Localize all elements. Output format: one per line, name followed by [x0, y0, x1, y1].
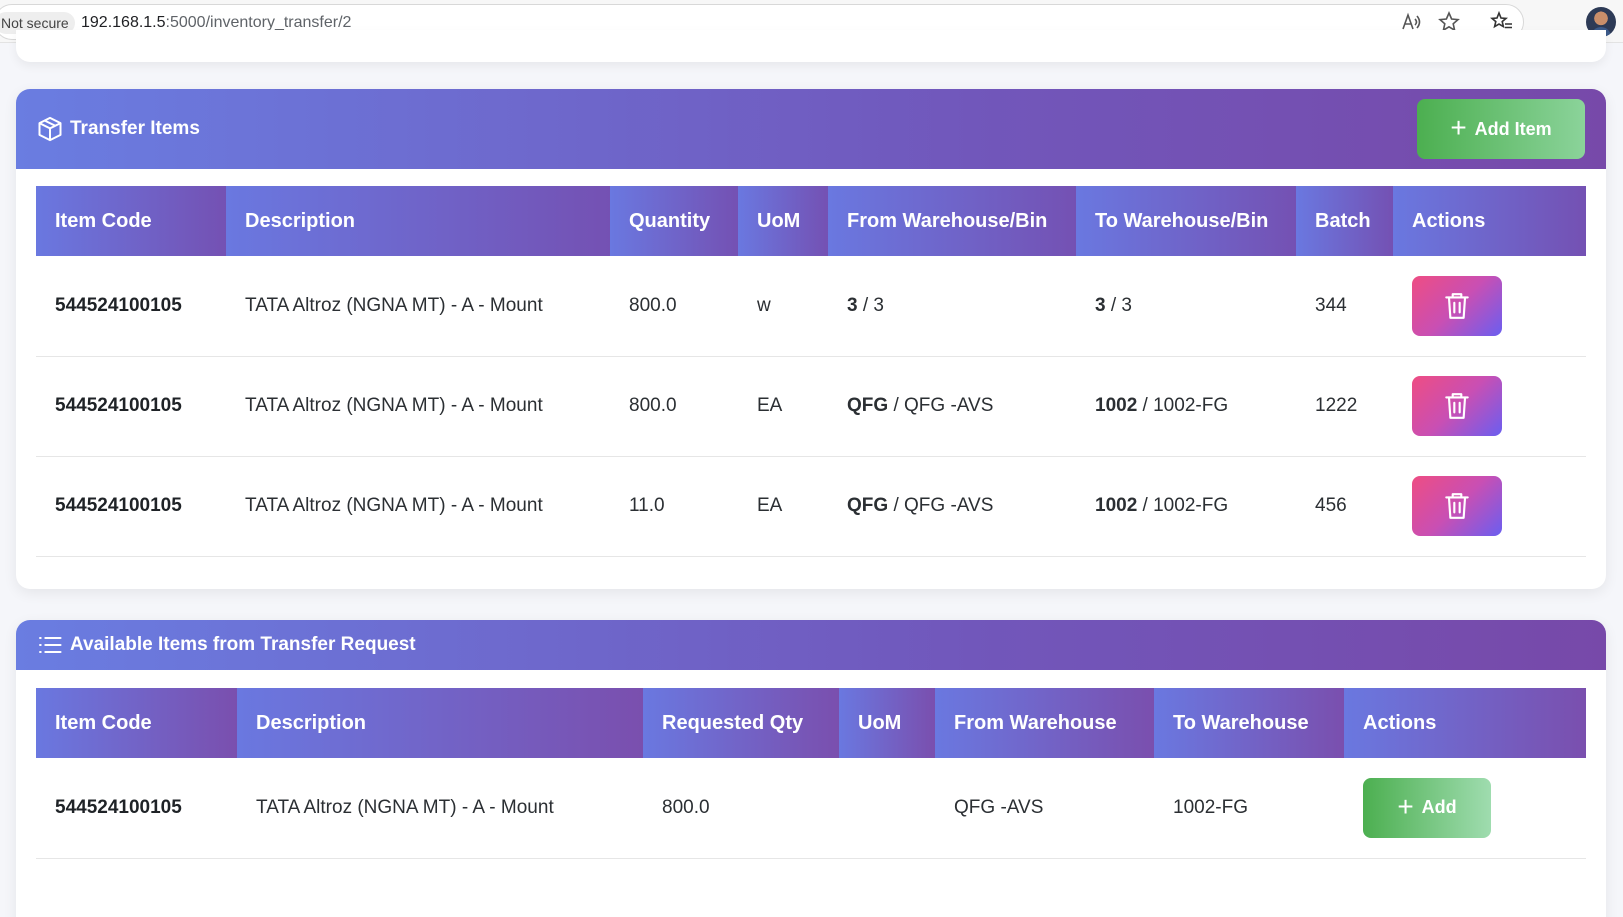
item-uom: EA	[738, 356, 828, 457]
table-row: 544524100105 TATA Altroz (NGNA MT) - A -…	[36, 256, 1586, 357]
to-warehouse: 3	[1095, 294, 1106, 316]
to-warehouse-bin: 1002 / 1002-FG	[1076, 456, 1296, 557]
transfer-items-card: Transfer Items + Add Item Item Code Desc…	[16, 89, 1606, 589]
col-header-batch: Batch	[1296, 186, 1393, 256]
item-description: TATA Altroz (NGNA MT) - A - Mount	[226, 456, 610, 557]
item-quantity: 800.0	[610, 256, 738, 357]
add-item-button[interactable]: + Add Item	[1417, 99, 1585, 159]
item-description: TATA Altroz (NGNA MT) - A - Mount	[237, 758, 643, 859]
actions-cell	[1393, 256, 1586, 357]
item-description: TATA Altroz (NGNA MT) - A - Mount	[226, 256, 610, 357]
url-path: :5000/inventory_transfer/2	[165, 14, 352, 31]
from-bin: / QFG -AVS	[888, 495, 994, 516]
actions-cell: + Add	[1344, 758, 1586, 859]
col-header-item-code: Item Code	[36, 186, 226, 256]
from-bin: / QFG -AVS	[888, 395, 994, 416]
col-header-uom: UoM	[839, 688, 935, 758]
table-header-row: Item Code Description Requested Qty UoM …	[36, 688, 1586, 758]
col-header-item-code: Item Code	[36, 688, 237, 758]
actions-cell	[1393, 456, 1586, 557]
col-header-actions: Actions	[1344, 688, 1586, 758]
to-bin: / 3	[1105, 294, 1132, 316]
item-uom: EA	[738, 456, 828, 557]
item-batch: 344	[1296, 256, 1393, 357]
col-header-from-warehouse: From Warehouse	[935, 688, 1154, 758]
to-warehouse: 1002	[1095, 395, 1138, 416]
plus-icon: +	[1450, 112, 1467, 143]
add-button-label: Add	[1421, 797, 1457, 818]
from-warehouse: QFG	[847, 495, 889, 516]
from-warehouse: QFG -AVS	[935, 758, 1154, 859]
item-code: 544524100105	[36, 256, 226, 357]
to-warehouse-bin: 3 / 3	[1076, 256, 1296, 357]
item-batch: 1222	[1296, 356, 1393, 457]
to-warehouse: 1002-FG	[1154, 758, 1344, 859]
available-items-title: Available Items from Transfer Request	[70, 634, 416, 655]
transfer-items-table: Item Code Description Quantity UoM From …	[36, 186, 1586, 557]
add-item-label: Add Item	[1474, 118, 1552, 139]
item-uom: w	[738, 256, 828, 357]
from-warehouse-bin: 3 / 3	[828, 256, 1076, 357]
from-warehouse-bin: QFG / QFG -AVS	[828, 456, 1076, 557]
item-code: 544524100105	[36, 356, 226, 457]
col-header-description: Description	[226, 186, 610, 256]
requested-qty: 800.0	[643, 758, 839, 859]
box-icon	[36, 115, 64, 143]
to-warehouse: 1002	[1095, 495, 1138, 516]
from-warehouse-bin: QFG / QFG -AVS	[828, 356, 1076, 457]
col-header-requested-qty: Requested Qty	[643, 688, 839, 758]
previous-card-bottom	[16, 30, 1606, 62]
from-warehouse: 3	[847, 294, 858, 316]
table-row: 544524100105 TATA Altroz (NGNA MT) - A -…	[36, 758, 1586, 859]
table-header-row: Item Code Description Quantity UoM From …	[36, 186, 1586, 256]
actions-cell	[1393, 356, 1586, 457]
delete-button[interactable]	[1412, 275, 1502, 336]
table-row: 544524100105 TATA Altroz (NGNA MT) - A -…	[36, 456, 1586, 557]
transfer-items-header: Transfer Items + Add Item	[16, 89, 1606, 169]
to-bin: / 1002-FG	[1137, 395, 1229, 416]
item-quantity: 800.0	[610, 356, 738, 457]
url-host: 192.168.1.5	[81, 14, 166, 31]
item-code: 544524100105	[36, 456, 226, 557]
from-bin: / 3	[857, 294, 884, 316]
col-header-uom: UoM	[738, 186, 828, 256]
col-header-actions: Actions	[1393, 186, 1586, 256]
col-header-to-warehouse: To Warehouse	[1154, 688, 1344, 758]
available-items-card: Available Items from Transfer Request It…	[16, 620, 1606, 917]
to-bin: / 1002-FG	[1137, 495, 1229, 516]
item-code: 544524100105	[36, 758, 237, 859]
available-items-header: Available Items from Transfer Request	[16, 620, 1606, 670]
delete-button[interactable]	[1412, 376, 1502, 436]
from-warehouse: QFG	[847, 395, 889, 416]
col-header-from-warehouse-bin: From Warehouse/Bin	[828, 186, 1076, 256]
trash-icon	[1445, 493, 1469, 519]
item-batch: 456	[1296, 456, 1393, 557]
trash-icon	[1445, 292, 1469, 319]
col-header-to-warehouse-bin: To Warehouse/Bin	[1076, 186, 1296, 256]
trash-icon	[1445, 393, 1469, 419]
delete-button[interactable]	[1412, 476, 1502, 536]
col-header-quantity: Quantity	[610, 186, 738, 256]
add-button[interactable]: + Add	[1363, 777, 1491, 838]
item-quantity: 11.0	[610, 456, 738, 557]
available-items-table: Item Code Description Requested Qty UoM …	[36, 688, 1586, 859]
to-warehouse-bin: 1002 / 1002-FG	[1076, 356, 1296, 457]
table-row: 544524100105 TATA Altroz (NGNA MT) - A -…	[36, 356, 1586, 457]
plus-icon: +	[1397, 790, 1414, 822]
item-description: TATA Altroz (NGNA MT) - A - Mount	[226, 356, 610, 457]
transfer-items-title: Transfer Items	[70, 118, 200, 139]
list-icon	[36, 631, 64, 659]
item-uom	[839, 758, 935, 859]
col-header-description: Description	[237, 688, 643, 758]
